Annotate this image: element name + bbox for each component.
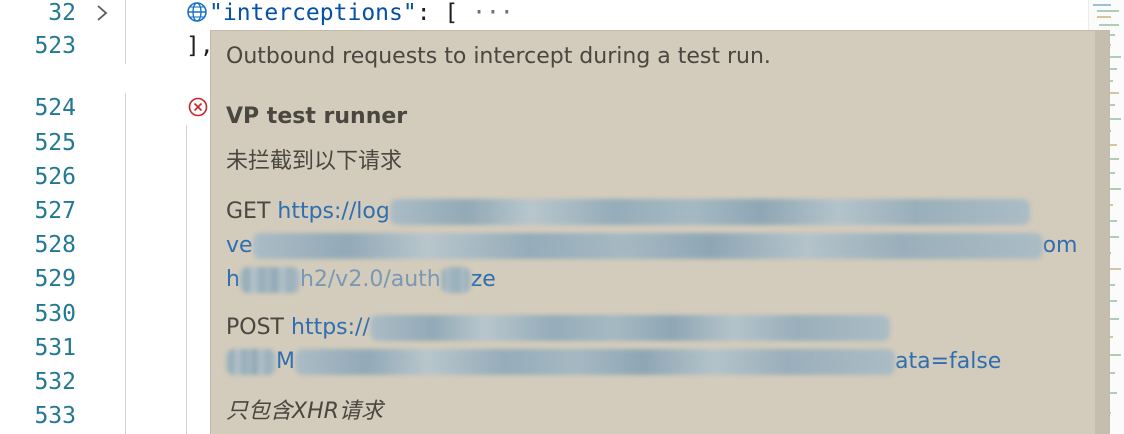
- redacted-url-segment: [252, 233, 1043, 259]
- line-number: 32: [48, 0, 76, 26]
- line-number: 531: [34, 335, 76, 361]
- redacted-url-segment: [226, 349, 276, 375]
- line-number: 533: [34, 403, 76, 429]
- folded-ellipsis[interactable]: ···: [472, 0, 514, 26]
- error-circle-icon[interactable]: [187, 96, 209, 118]
- chevron-right-icon[interactable]: [95, 2, 109, 24]
- code-line-interceptions[interactable]: "interceptions": [ ···: [209, 0, 514, 26]
- code-editor[interactable]: 32 523 524 525 526 527 528 529 530 531 5…: [0, 0, 1124, 434]
- request-url-link[interactable]: h: [226, 267, 240, 292]
- post-request-line-1: POST https://: [226, 313, 890, 343]
- json-key: "interceptions": [209, 0, 417, 26]
- indent-guide: [186, 125, 187, 434]
- redacted-url-segment: [389, 199, 1030, 225]
- globe-icon[interactable]: [186, 1, 208, 23]
- http-method: GET: [226, 199, 271, 224]
- line-number: 525: [34, 130, 76, 156]
- hover-footer-note: 只包含XHR请求: [226, 399, 383, 424]
- line-number: 527: [34, 198, 76, 224]
- redacted-url-segment: [440, 267, 471, 293]
- redacted-url-segment: [369, 315, 890, 341]
- hover-title: VP test runner: [226, 104, 408, 129]
- request-url-link[interactable]: ve: [226, 233, 253, 258]
- hover-subtitle: 未拦截到以下请求: [226, 149, 403, 174]
- json-colon: :: [416, 0, 445, 26]
- hover-tooltip[interactable]: Outbound requests to intercept during a …: [210, 30, 1110, 434]
- line-number: 529: [34, 266, 76, 292]
- request-url-link[interactable]: ze: [471, 267, 496, 292]
- line-number-gutter: 32 523 524 525 526 527 528 529 530 531 5…: [0, 0, 120, 434]
- get-request-line-1: GET https://log: [226, 197, 1030, 227]
- get-request-line-2: ve om: [226, 231, 1077, 261]
- post-request-line-2: Mata=false: [226, 347, 1001, 377]
- line-number: 526: [34, 164, 76, 190]
- redacted-url-segment: [239, 267, 300, 293]
- json-bracket: [: [444, 0, 459, 26]
- hover-scrollbar[interactable]: [1095, 31, 1109, 434]
- request-url-link[interactable]: https://: [291, 315, 370, 340]
- redacted-url-segment: [294, 349, 895, 375]
- indent-guide: [125, 0, 126, 64]
- request-url-link[interactable]: https://log: [277, 199, 389, 224]
- request-url-link[interactable]: ata=false: [895, 349, 1001, 374]
- line-number: 528: [34, 232, 76, 258]
- get-request-line-3: h h2/v2.0/auth ze: [226, 265, 496, 295]
- indent-guide: [125, 93, 126, 434]
- request-url-link[interactable]: h2/v2.0/auth: [300, 267, 441, 292]
- line-number: 523: [34, 33, 76, 59]
- line-number: 532: [34, 369, 76, 395]
- hover-description: Outbound requests to intercept during a …: [226, 44, 771, 69]
- request-url-link[interactable]: om: [1043, 233, 1078, 258]
- line-number: 524: [34, 95, 76, 121]
- line-number: 530: [34, 301, 76, 327]
- request-url-link[interactable]: M: [276, 349, 295, 374]
- http-method: POST: [226, 315, 284, 340]
